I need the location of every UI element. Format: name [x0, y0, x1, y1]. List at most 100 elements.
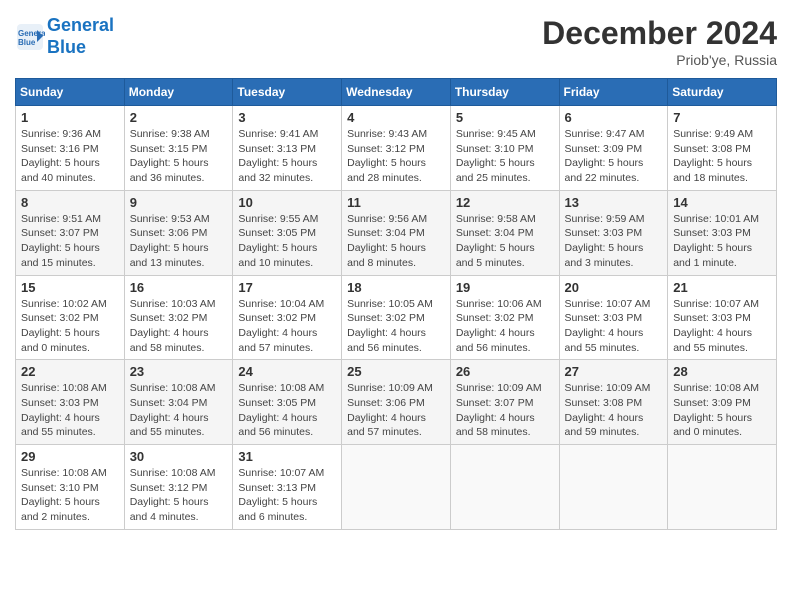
col-header-sunday: Sunday	[16, 79, 125, 106]
day-info: Sunrise: 10:07 AM Sunset: 3:03 PM Daylig…	[673, 297, 771, 356]
day-info: Sunrise: 9:56 AM Sunset: 3:04 PM Dayligh…	[347, 212, 445, 271]
calendar-week-row: 15 Sunrise: 10:02 AM Sunset: 3:02 PM Dayl…	[16, 275, 777, 360]
calendar-week-row: 8Sunrise: 9:51 AM Sunset: 3:07 PM Daylig…	[16, 190, 777, 275]
day-info: Sunrise: 10:09 AM Sunset: 3:06 PM Daylig…	[347, 381, 445, 440]
day-info: Sunrise: 10:08 AM Sunset: 3:04 PM Daylig…	[130, 381, 228, 440]
day-number: 16	[130, 280, 228, 295]
day-info: Sunrise: 10:08 AM Sunset: 3:05 PM Daylig…	[238, 381, 336, 440]
calendar-cell: 25 Sunrise: 10:09 AM Sunset: 3:06 PM Dayl…	[342, 360, 451, 445]
day-number: 10	[238, 195, 336, 210]
calendar-cell: 6 Sunrise: 9:47 AM Sunset: 3:09 PM Daylig…	[559, 106, 668, 191]
day-number: 17	[238, 280, 336, 295]
calendar-cell: 15 Sunrise: 10:02 AM Sunset: 3:02 PM Dayl…	[16, 275, 125, 360]
title-area: December 2024 Priob'ye, Russia	[542, 15, 777, 68]
location: Priob'ye, Russia	[542, 52, 777, 68]
day-info: Sunrise: 10:07 AM Sunset: 3:13 PM Daylig…	[238, 466, 336, 525]
calendar-cell: 17Sunrise: 10:04 AM Sunset: 3:02 PM Dayl…	[233, 275, 342, 360]
day-number: 7	[673, 110, 771, 125]
calendar-cell: 13 Sunrise: 9:59 AM Sunset: 3:03 PM Dayli…	[559, 190, 668, 275]
calendar-week-row: 29 Sunrise: 10:08 AM Sunset: 3:10 PM Dayl…	[16, 445, 777, 530]
calendar-header-row: SundayMondayTuesdayWednesdayThursdayFrid…	[16, 79, 777, 106]
day-info: Sunrise: 9:51 AM Sunset: 3:07 PM Dayligh…	[21, 212, 119, 271]
calendar-cell: 9Sunrise: 9:53 AM Sunset: 3:06 PM Daylig…	[124, 190, 233, 275]
day-info: Sunrise: 9:45 AM Sunset: 3:10 PM Dayligh…	[456, 127, 554, 186]
calendar-cell: 21Sunrise: 10:07 AM Sunset: 3:03 PM Dayl…	[668, 275, 777, 360]
day-number: 28	[673, 364, 771, 379]
day-info: Sunrise: 10:07 AM Sunset: 3:03 PM Daylig…	[565, 297, 663, 356]
col-header-friday: Friday	[559, 79, 668, 106]
day-info: Sunrise: 10:08 AM Sunset: 3:10 PM Daylig…	[21, 466, 119, 525]
day-number: 4	[347, 110, 445, 125]
calendar-cell: 11 Sunrise: 9:56 AM Sunset: 3:04 PM Dayli…	[342, 190, 451, 275]
calendar-week-row: 22Sunrise: 10:08 AM Sunset: 3:03 PM Dayl…	[16, 360, 777, 445]
col-header-monday: Monday	[124, 79, 233, 106]
calendar-cell: 12 Sunrise: 9:58 AM Sunset: 3:04 PM Dayli…	[450, 190, 559, 275]
calendar-cell: 24 Sunrise: 10:08 AM Sunset: 3:05 PM Dayl…	[233, 360, 342, 445]
calendar-cell: 28 Sunrise: 10:08 AM Sunset: 3:09 PM Dayl…	[668, 360, 777, 445]
col-header-tuesday: Tuesday	[233, 79, 342, 106]
logo-icon: General Blue	[15, 22, 45, 52]
col-header-thursday: Thursday	[450, 79, 559, 106]
day-number: 5	[456, 110, 554, 125]
day-info: Sunrise: 9:41 AM Sunset: 3:13 PM Dayligh…	[238, 127, 336, 186]
day-number: 3	[238, 110, 336, 125]
day-info: Sunrise: 10:08 AM Sunset: 3:09 PM Daylig…	[673, 381, 771, 440]
col-header-saturday: Saturday	[668, 79, 777, 106]
day-info: Sunrise: 9:47 AM Sunset: 3:09 PM Dayligh…	[565, 127, 663, 186]
day-number: 29	[21, 449, 119, 464]
calendar-cell: 3 Sunrise: 9:41 AM Sunset: 3:13 PM Daylig…	[233, 106, 342, 191]
day-number: 25	[347, 364, 445, 379]
day-info: Sunrise: 9:49 AM Sunset: 3:08 PM Dayligh…	[673, 127, 771, 186]
calendar-cell: 20 Sunrise: 10:07 AM Sunset: 3:03 PM Dayl…	[559, 275, 668, 360]
calendar-cell: 14 Sunrise: 10:01 AM Sunset: 3:03 PM Dayl…	[668, 190, 777, 275]
calendar-cell: 16 Sunrise: 10:03 AM Sunset: 3:02 PM Dayl…	[124, 275, 233, 360]
day-number: 14	[673, 195, 771, 210]
day-number: 13	[565, 195, 663, 210]
svg-text:Blue: Blue	[18, 38, 36, 47]
calendar-cell: 26 Sunrise: 10:09 AM Sunset: 3:07 PM Dayl…	[450, 360, 559, 445]
day-number: 18	[347, 280, 445, 295]
day-info: Sunrise: 9:43 AM Sunset: 3:12 PM Dayligh…	[347, 127, 445, 186]
calendar-cell: 22Sunrise: 10:08 AM Sunset: 3:03 PM Dayl…	[16, 360, 125, 445]
day-info: Sunrise: 10:09 AM Sunset: 3:08 PM Daylig…	[565, 381, 663, 440]
day-number: 1	[21, 110, 119, 125]
day-number: 26	[456, 364, 554, 379]
day-number: 23	[130, 364, 228, 379]
calendar-cell: 8Sunrise: 9:51 AM Sunset: 3:07 PM Daylig…	[16, 190, 125, 275]
day-info: Sunrise: 10:03 AM Sunset: 3:02 PM Daylig…	[130, 297, 228, 356]
day-info: Sunrise: 10:01 AM Sunset: 3:03 PM Daylig…	[673, 212, 771, 271]
day-info: Sunrise: 10:09 AM Sunset: 3:07 PM Daylig…	[456, 381, 554, 440]
day-info: Sunrise: 9:58 AM Sunset: 3:04 PM Dayligh…	[456, 212, 554, 271]
logo: General Blue GeneralBlue	[15, 15, 114, 58]
calendar-cell: 27 Sunrise: 10:09 AM Sunset: 3:08 PM Dayl…	[559, 360, 668, 445]
col-header-wednesday: Wednesday	[342, 79, 451, 106]
calendar-cell: 29 Sunrise: 10:08 AM Sunset: 3:10 PM Dayl…	[16, 445, 125, 530]
day-info: Sunrise: 9:59 AM Sunset: 3:03 PM Dayligh…	[565, 212, 663, 271]
month-title: December 2024	[542, 15, 777, 52]
page-header: General Blue GeneralBlue December 2024 P…	[15, 15, 777, 68]
calendar-cell	[559, 445, 668, 530]
day-number: 27	[565, 364, 663, 379]
calendar-cell	[342, 445, 451, 530]
day-info: Sunrise: 10:08 AM Sunset: 3:03 PM Daylig…	[21, 381, 119, 440]
calendar-cell: 2Sunrise: 9:38 AM Sunset: 3:15 PM Daylig…	[124, 106, 233, 191]
day-number: 19	[456, 280, 554, 295]
day-number: 24	[238, 364, 336, 379]
day-info: Sunrise: 10:05 AM Sunset: 3:02 PM Daylig…	[347, 297, 445, 356]
day-number: 15	[21, 280, 119, 295]
day-number: 12	[456, 195, 554, 210]
calendar-cell	[668, 445, 777, 530]
day-info: Sunrise: 9:55 AM Sunset: 3:05 PM Dayligh…	[238, 212, 336, 271]
calendar-cell: 31Sunrise: 10:07 AM Sunset: 3:13 PM Dayl…	[233, 445, 342, 530]
day-number: 11	[347, 195, 445, 210]
calendar-cell: 19 Sunrise: 10:06 AM Sunset: 3:02 PM Dayl…	[450, 275, 559, 360]
day-number: 20	[565, 280, 663, 295]
day-info: Sunrise: 10:02 AM Sunset: 3:02 PM Daylig…	[21, 297, 119, 356]
calendar-cell	[450, 445, 559, 530]
day-number: 2	[130, 110, 228, 125]
calendar-cell: 7 Sunrise: 9:49 AM Sunset: 3:08 PM Daylig…	[668, 106, 777, 191]
calendar-cell: 10 Sunrise: 9:55 AM Sunset: 3:05 PM Dayli…	[233, 190, 342, 275]
day-number: 6	[565, 110, 663, 125]
day-info: Sunrise: 10:08 AM Sunset: 3:12 PM Daylig…	[130, 466, 228, 525]
day-info: Sunrise: 10:06 AM Sunset: 3:02 PM Daylig…	[456, 297, 554, 356]
